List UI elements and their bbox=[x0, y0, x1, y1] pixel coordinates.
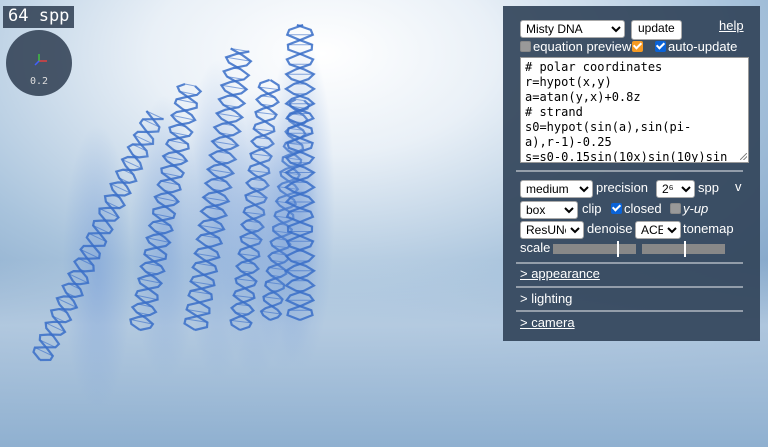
precision-label: precision bbox=[596, 180, 649, 195]
collapse-toggle[interactable]: v bbox=[735, 179, 742, 194]
divider bbox=[516, 262, 743, 264]
tonemap-label: tonemap bbox=[683, 221, 734, 236]
scale-slider-secondary-thumb[interactable] bbox=[684, 241, 686, 257]
divider bbox=[516, 286, 743, 288]
equation-preview-checkbox[interactable] bbox=[520, 41, 531, 52]
tonemap-select[interactable]: ACES bbox=[635, 221, 681, 239]
denoise-select[interactable]: ResUNet bbox=[520, 221, 584, 239]
scale-slider-secondary[interactable] bbox=[642, 241, 725, 257]
mist-cloud bbox=[62, 125, 133, 410]
closed-checkbox[interactable] bbox=[611, 203, 622, 214]
y-up-checkbox[interactable] bbox=[670, 203, 681, 214]
denoise-label: denoise bbox=[587, 221, 633, 236]
help-link[interactable]: help bbox=[719, 18, 744, 33]
clip-select[interactable]: box bbox=[520, 201, 578, 219]
section-appearance[interactable]: > appearance bbox=[520, 266, 600, 281]
precision-select[interactable]: medium bbox=[520, 180, 593, 198]
y-up-label: y-up bbox=[683, 201, 709, 216]
preset-select[interactable]: Misty DNA bbox=[520, 20, 625, 38]
auto-update-checkbox[interactable] bbox=[655, 41, 666, 52]
closed-label: closed bbox=[624, 201, 662, 216]
spp-select[interactable]: 2⁶ bbox=[656, 180, 695, 198]
axes-scale-label: 0.2 bbox=[29, 76, 49, 87]
section-camera[interactable]: > camera bbox=[520, 315, 575, 330]
scale-label: scale bbox=[520, 240, 551, 255]
equation-editor[interactable]: # polar coordinates r=hypot(x,y) a=atan(… bbox=[520, 57, 749, 163]
clip-label: clip bbox=[582, 201, 602, 216]
resize-handle-icon[interactable] bbox=[740, 153, 747, 160]
divider bbox=[516, 310, 743, 312]
spp-label: spp bbox=[698, 180, 719, 195]
scale-slider[interactable] bbox=[553, 241, 636, 257]
auto-update-label: auto-update bbox=[668, 39, 738, 54]
update-button[interactable]: update bbox=[631, 20, 682, 40]
spp-counter: 64 spp bbox=[3, 6, 75, 28]
axes-gizmo[interactable]: 0.2 bbox=[6, 30, 72, 96]
equation-preview-indicator bbox=[632, 41, 643, 52]
equation-preview-label: equation preview bbox=[533, 39, 632, 54]
divider bbox=[516, 170, 743, 172]
section-lighting[interactable]: > lighting bbox=[520, 291, 572, 306]
scale-slider-thumb[interactable] bbox=[617, 241, 619, 257]
settings-panel: Misty DNA update help equation preview a… bbox=[503, 6, 760, 341]
